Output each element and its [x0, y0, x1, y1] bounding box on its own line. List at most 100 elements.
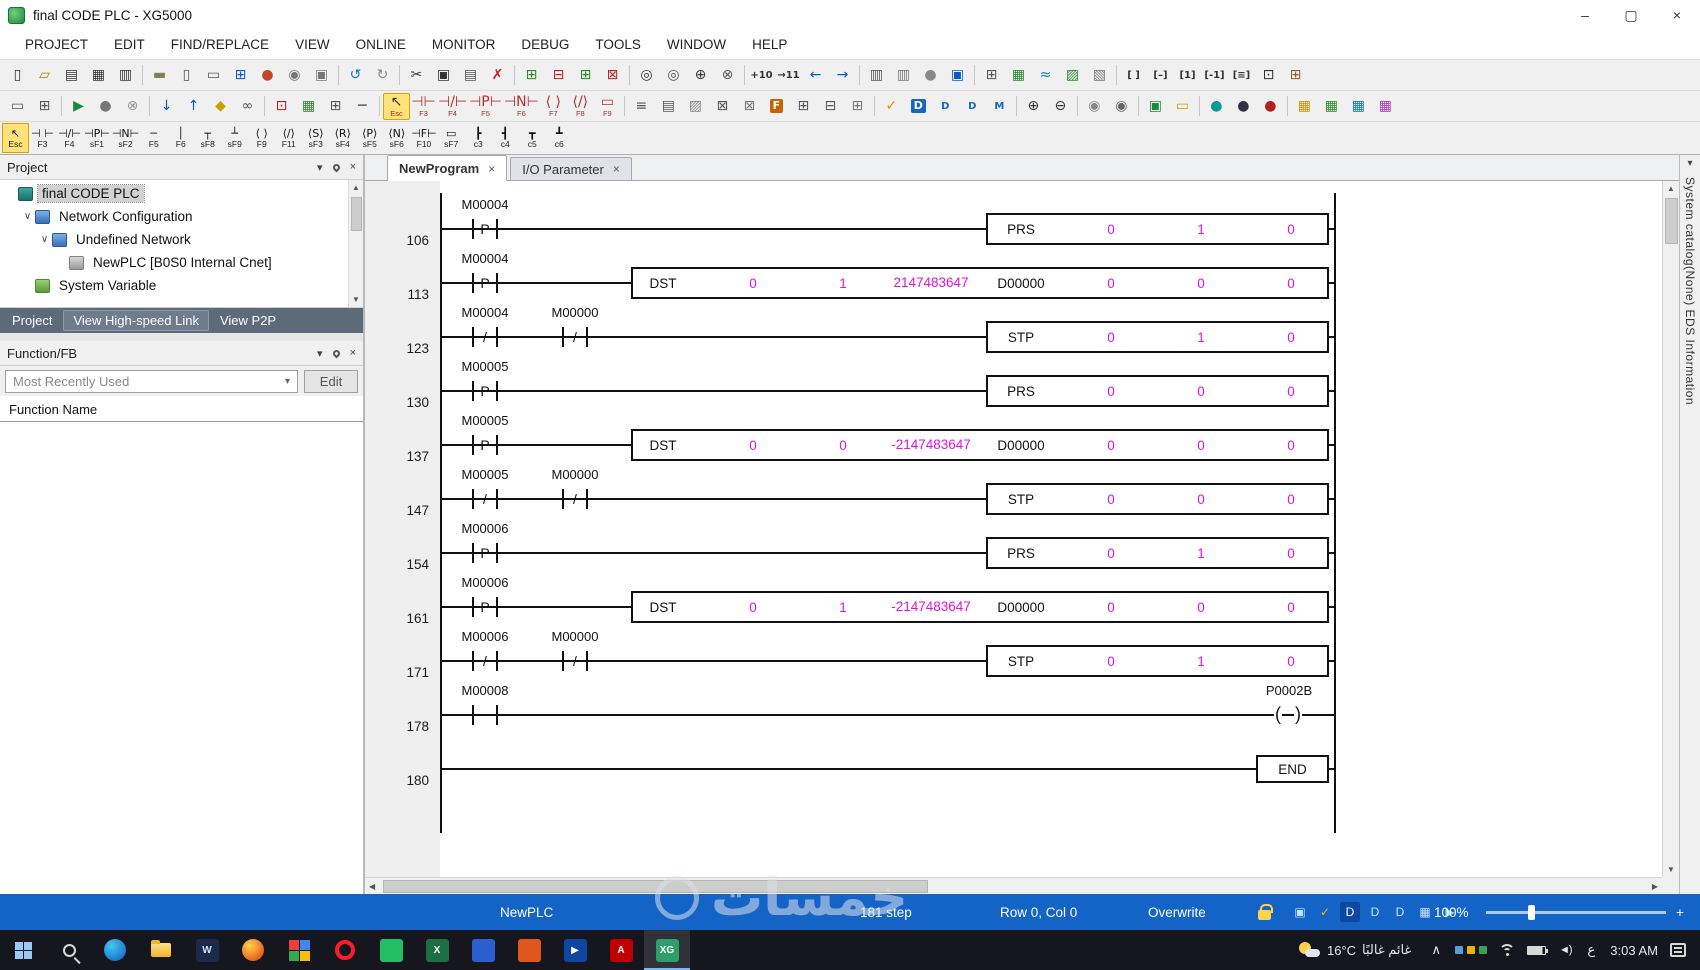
find-icon[interactable]: ◎: [633, 62, 660, 89]
goto-next-icon[interactable]: →11: [775, 62, 802, 89]
tool-sf1[interactable]: ⊣P⊢ sF1: [83, 123, 111, 153]
used-device-icon[interactable]: ⊠: [736, 93, 763, 120]
print-icon[interactable]: ▥: [112, 62, 139, 89]
circle2-icon[interactable]: ●: [1230, 93, 1257, 120]
monitor-start-icon[interactable]: ▦: [295, 93, 322, 120]
font-icon[interactable]: F: [763, 93, 790, 120]
wifi-icon[interactable]: [1499, 943, 1516, 957]
edit-button[interactable]: Edit: [304, 369, 358, 393]
word-app[interactable]: W: [184, 930, 230, 970]
user-icon[interactable]: ●: [917, 62, 944, 89]
tree-scrollbar[interactable]: ▲ ▼: [348, 180, 363, 307]
close-button[interactable]: ×: [1654, 0, 1700, 30]
panel-tab-view-high-speed-link[interactable]: View High-speed Link: [63, 310, 209, 331]
tab-newprogram[interactable]: NewProgram ×: [387, 155, 508, 181]
tool-c3[interactable]: ┣ c3: [465, 123, 492, 153]
tree-item-final-code-plc[interactable]: final CODE PLC: [0, 182, 363, 205]
image-icon[interactable]: ▧: [1086, 62, 1113, 89]
collapse-icon[interactable]: ▾: [317, 161, 323, 174]
download-icon[interactable]: ↓: [153, 93, 180, 120]
fb-tool[interactable]: ▭ F9: [594, 93, 621, 120]
ladder-coil[interactable]: [1264, 700, 1310, 730]
function-filter-select[interactable]: Most Recently Used ▾: [5, 369, 298, 393]
tree-item-system-variable[interactable]: System Variable: [0, 274, 363, 297]
vertical-scrollbar[interactable]: ▲ ▼: [1662, 181, 1679, 877]
tool-c5[interactable]: ┳ c5: [519, 123, 546, 153]
nc-coil-tool[interactable]: ⟨/⟩ F8: [567, 93, 594, 120]
monitor-ball-icon[interactable]: ●: [254, 62, 281, 89]
scroll-thumb[interactable]: [350, 197, 362, 231]
tool-f9[interactable]: ⟨ ⟩ F9: [248, 123, 275, 153]
find-device-icon[interactable]: ⊗: [714, 62, 741, 89]
cut-icon[interactable]: ✂: [403, 62, 430, 89]
close-icon[interactable]: ×: [488, 162, 495, 176]
ladder-canvas[interactable]: M00004 P PRS 0 1 0 M00004 P DST 0 1 2147483647 D0000…: [440, 181, 1662, 877]
docked-tabs-label[interactable]: System catalog(None) EDS Information: [1683, 177, 1697, 405]
tray-app-icon[interactable]: [1479, 946, 1488, 954]
upload-icon[interactable]: ↑: [180, 93, 207, 120]
maximize-button[interactable]: ▢: [1608, 0, 1654, 30]
close-icon[interactable]: ×: [350, 161, 356, 173]
array-icon[interactable]: [ ]: [1120, 62, 1147, 89]
clipboard-icon[interactable]: ▬: [146, 62, 173, 89]
tool-sf7[interactable]: ▭ sF7: [438, 123, 465, 153]
collapse-icon[interactable]: ▾: [317, 347, 323, 360]
scroll-thumb[interactable]: [383, 879, 928, 893]
green-app[interactable]: [368, 930, 414, 970]
scroll-up-icon[interactable]: ▲: [352, 180, 360, 195]
ladder-contact[interactable]: [464, 322, 506, 352]
clock[interactable]: 3:03 AM: [1610, 943, 1658, 958]
user1-icon[interactable]: ◉: [1081, 93, 1108, 120]
menu-window[interactable]: WINDOW: [654, 30, 739, 59]
print-all-icon[interactable]: ▥: [890, 62, 917, 89]
tool-esc[interactable]: ↖ Esc: [2, 123, 29, 153]
scroll-right-icon[interactable]: ▶: [1648, 882, 1662, 891]
tool-sf6[interactable]: ⟨N⟩ sF6: [383, 123, 410, 153]
scroll-left-icon[interactable]: ◀: [365, 882, 379, 891]
tab-i-o-parameter[interactable]: I/O Parameter ×: [510, 157, 632, 180]
memory-icon[interactable]: M: [986, 93, 1013, 120]
comment-icon[interactable]: ▤: [655, 93, 682, 120]
search-button[interactable]: [46, 930, 92, 970]
device1-icon[interactable]: D: [905, 93, 932, 120]
ladder-contact[interactable]: [554, 646, 596, 676]
mod4-icon[interactable]: ▦: [1372, 93, 1399, 120]
chevron-down-icon[interactable]: ▾: [1687, 158, 1692, 169]
print-ladder-icon[interactable]: ▥: [863, 62, 890, 89]
menu-project[interactable]: PROJECT: [12, 30, 101, 59]
pin-icon[interactable]: [331, 162, 342, 172]
ladder-contact[interactable]: [554, 322, 596, 352]
minimize-button[interactable]: –: [1562, 0, 1608, 30]
grid3-icon[interactable]: ⊟: [817, 93, 844, 120]
tool-c4[interactable]: ┫ c4: [492, 123, 519, 153]
options-icon[interactable]: ▣: [944, 62, 971, 89]
tool-sf2[interactable]: ⊣N⊢ sF2: [111, 123, 140, 153]
function-list[interactable]: [0, 422, 363, 894]
tool-f10[interactable]: ⊣F⊢ F10: [410, 123, 438, 153]
forward-icon[interactable]: →: [829, 62, 856, 89]
array-list-icon[interactable]: [≡]: [1228, 62, 1255, 89]
menu-online[interactable]: ONLINE: [343, 30, 419, 59]
panel-tab-project[interactable]: Project: [3, 310, 61, 331]
monitor-grid-icon[interactable]: ⊞: [1282, 62, 1309, 89]
photos-app[interactable]: [276, 930, 322, 970]
tool-f11[interactable]: ⟨/⟩ F11: [275, 123, 302, 153]
trend-icon[interactable]: ≈: [1032, 62, 1059, 89]
ladder-contact[interactable]: [464, 646, 506, 676]
edge-browser[interactable]: [92, 930, 138, 970]
zoom-in-button[interactable]: +: [1676, 894, 1684, 930]
array-one-icon[interactable]: [1]: [1174, 62, 1201, 89]
key-icon[interactable]: ◆: [207, 93, 234, 120]
print-preview-icon[interactable]: ▯: [173, 62, 200, 89]
mod1-icon[interactable]: ▦: [1291, 93, 1318, 120]
user2-icon[interactable]: ◉: [1108, 93, 1135, 120]
ladder-contact[interactable]: [464, 538, 506, 568]
delete-icon[interactable]: ✗: [484, 62, 511, 89]
mod3-icon[interactable]: ▦: [1345, 93, 1372, 120]
tree-item-network-configuration[interactable]: ∨ Network Configuration: [0, 205, 363, 228]
ladder-contact[interactable]: [464, 268, 506, 298]
tool-f3[interactable]: ⊣ ⊢ F3: [29, 123, 56, 153]
run-icon[interactable]: ▶: [65, 93, 92, 120]
struct-icon[interactable]: ⊡: [1255, 62, 1282, 89]
tool-f5[interactable]: ─ F5: [140, 123, 167, 153]
